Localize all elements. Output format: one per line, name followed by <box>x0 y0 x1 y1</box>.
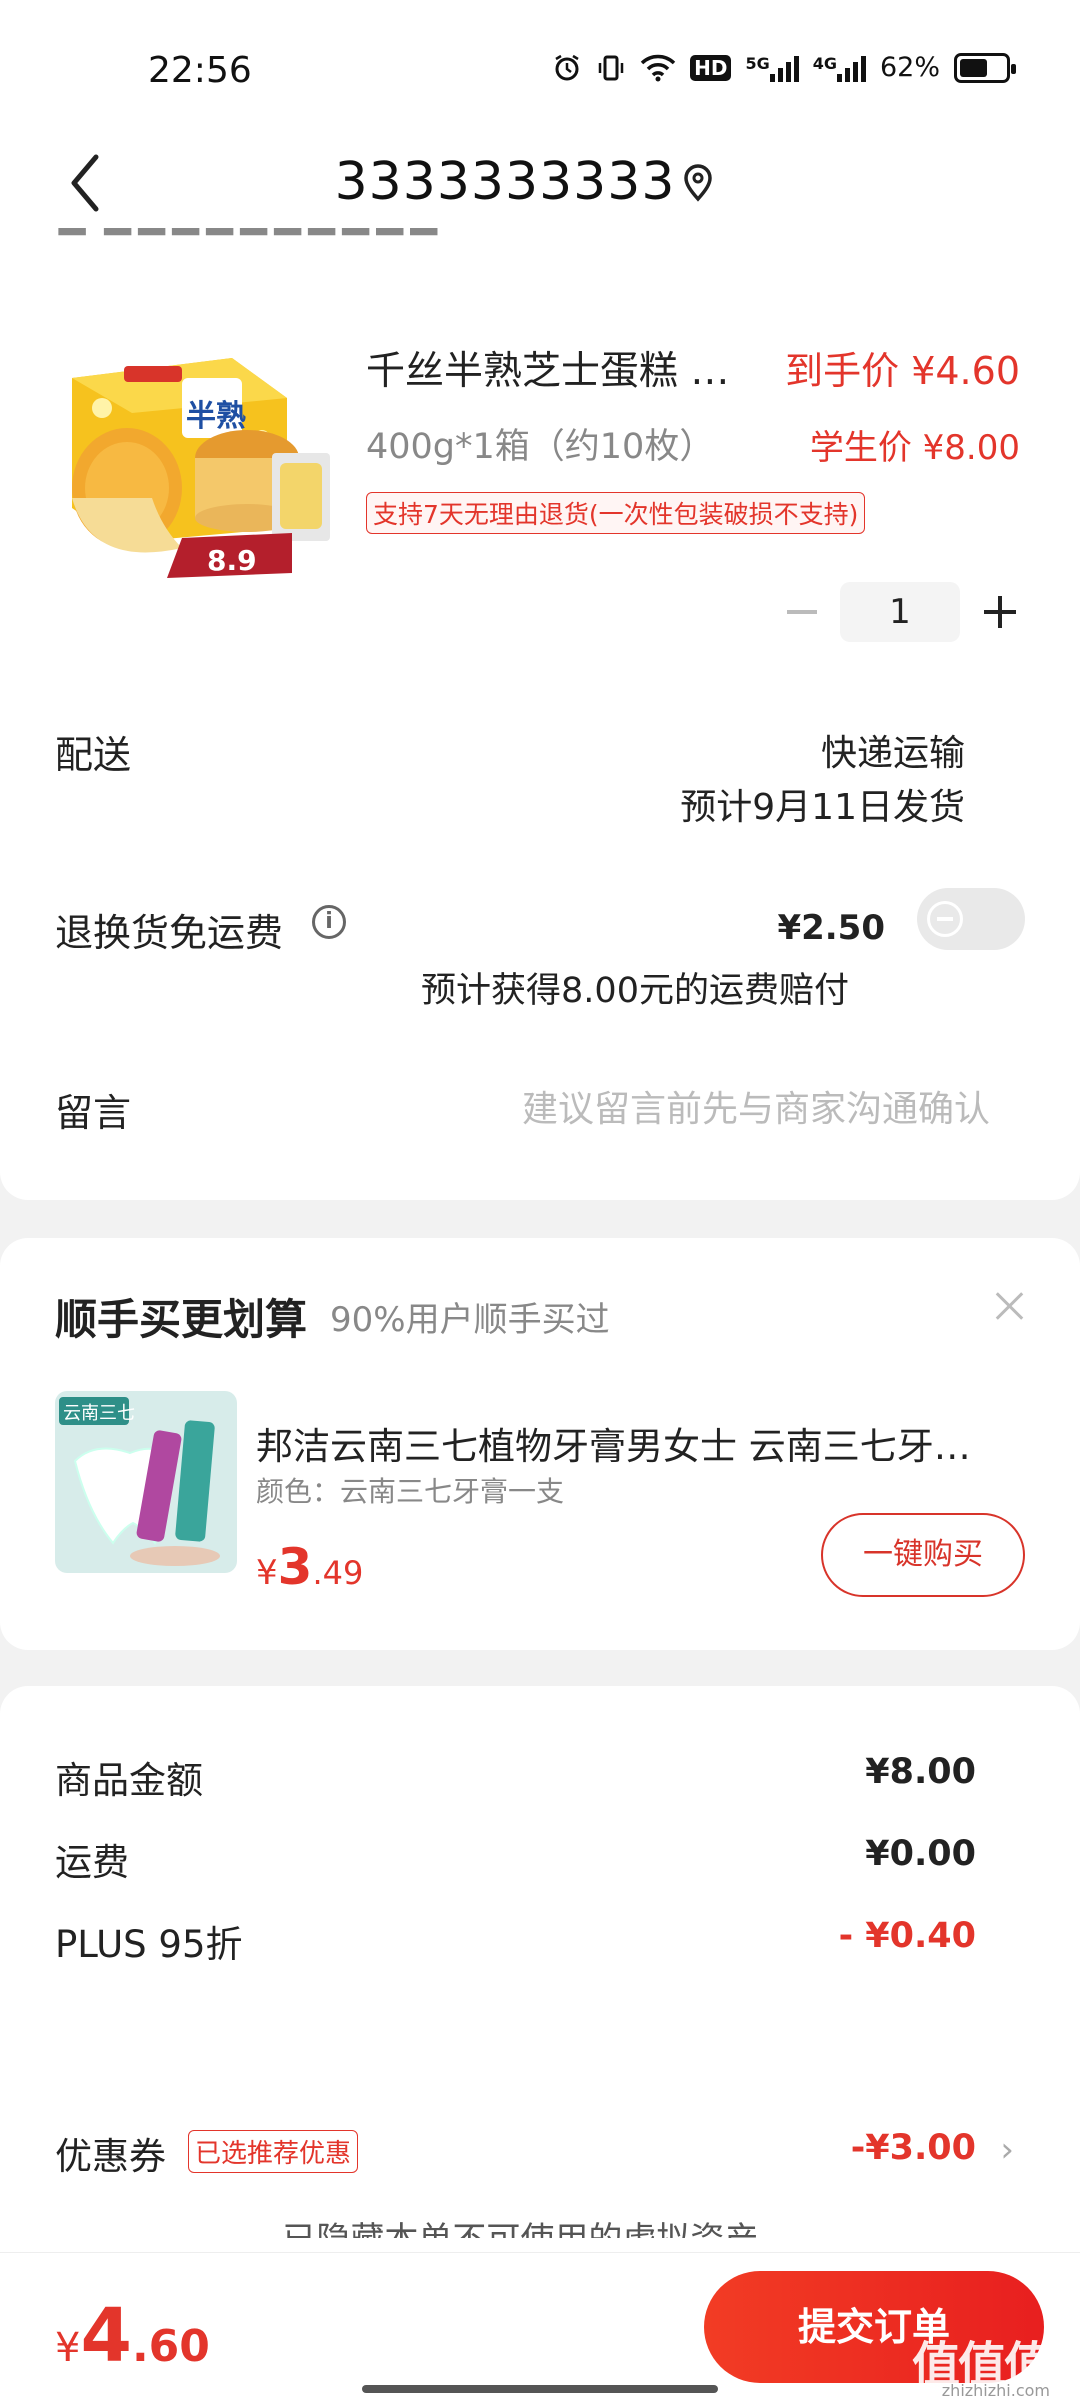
final-price: 到手价 ¥4.60 <box>785 349 1020 393</box>
quantity-decrease-button[interactable] <box>780 590 824 634</box>
product-spec[interactable]: 400g*1箱（约10枚） <box>366 418 714 469</box>
delivery-label: 配送 <box>55 733 132 777</box>
location-icon[interactable] <box>680 162 716 206</box>
signal-5g-icon: 5G <box>745 54 799 82</box>
plus-discount-value: - ¥0.40 <box>838 1916 976 1956</box>
return-shipping-toggle[interactable] <box>917 888 1025 950</box>
compensation-note: 预计获得8.00元的运费赔付 <box>421 971 849 1011</box>
recommend-title: 顺手买更划算 <box>55 1295 308 1344</box>
close-icon[interactable] <box>992 1288 1028 1324</box>
note-label: 留言 <box>55 1091 132 1135</box>
recommend-item-name[interactable]: 邦洁云南三七植物牙膏男女士 云南三七牙… <box>256 1416 1001 1470</box>
chevron-right-icon[interactable]: › <box>1000 2130 1014 2170</box>
order-item-card: ▬ ▬▬▬▬▬▬▬▬▬▬ 半熟 8.9 千丝半熟芝士蛋糕 … 到手价 ¥4.60… <box>0 228 1080 1200</box>
info-icon[interactable]: i <box>312 905 346 939</box>
battery-percent: 62% <box>879 52 940 83</box>
recommend-subtitle: 90%用户顺手买过 <box>330 1300 610 1340</box>
svg-text:半熟: 半熟 <box>186 399 246 434</box>
quantity-increase-button[interactable] <box>978 590 1022 634</box>
checkout-bar: ¥4.60 提交订单 值值值 zhizhizhi.com <box>0 2252 1080 2400</box>
product-image[interactable]: 半熟 8.9 <box>62 338 332 608</box>
return-policy-badge: 支持7天无理由退货(一次性包装破损不支持) <box>366 492 866 534</box>
status-bar: 22:56 HD 5G 4G 62% <box>0 0 1080 130</box>
goods-amount-label: 商品金额 <box>55 1759 203 1802</box>
recommend-card: 顺手买更划算 90%用户顺手买过 云南三七 邦洁云南三七植物牙膏男女士 云南三七… <box>0 1238 1080 1650</box>
return-shipping-label: 退换货免运费 <box>55 911 284 955</box>
note-input[interactable]: 建议留言前先与商家沟通确认 <box>522 1080 990 1132</box>
plus-discount-label: PLUS 95折 <box>55 1923 243 1966</box>
goods-amount-value: ¥8.00 <box>865 1752 976 1792</box>
status-time: 22:56 <box>148 50 252 91</box>
delivery-eta: 预计9月11日发货 <box>680 787 965 828</box>
recommend-image[interactable]: 云南三七 <box>55 1391 237 1573</box>
chevron-down-icon: ⌄ <box>769 2220 798 2238</box>
page-title: 3333333333 <box>334 152 676 212</box>
product-name[interactable]: 千丝半熟芝士蛋糕 … <box>366 340 746 396</box>
signal-4g-icon: 4G <box>813 54 866 82</box>
coupon-label[interactable]: 优惠券 <box>55 2126 166 2180</box>
watermark-url: zhizhizhi.com <box>941 2381 1050 2400</box>
hd-icon: HD <box>690 54 732 81</box>
return-shipping-price: ¥2.50 <box>777 908 885 948</box>
delivery-method[interactable]: 快递运输 <box>821 724 965 776</box>
toggle-knob <box>927 901 963 937</box>
recommend-item-price: ¥3.49 <box>256 1538 364 1596</box>
recommend-item-variant: 颜色：云南三七牙膏一支 <box>256 1475 565 1508</box>
coupon-value[interactable]: -¥3.00 <box>851 2128 976 2168</box>
battery-icon <box>954 52 1016 83</box>
coupon-badge: 已选推荐优惠 <box>188 2130 359 2173</box>
vibrate-icon <box>596 53 626 83</box>
quantity-input[interactable]: 1 <box>840 582 960 642</box>
header: 3333333333 <box>0 130 1080 240</box>
svg-text:云南三七: 云南三七 <box>63 1403 135 1424</box>
student-price: 学生价 ¥8.00 <box>809 428 1020 468</box>
status-icons: HD 5G 4G 62% <box>552 52 1016 83</box>
shipping-value: ¥0.00 <box>865 1834 976 1874</box>
wifi-icon <box>640 54 676 82</box>
total-price: ¥4.60 <box>55 2293 210 2379</box>
clipped-row: ▬ ▬▬▬▬▬▬▬▬▬▬ <box>55 228 475 252</box>
svg-text:8.9: 8.9 <box>207 544 257 577</box>
alarm-icon <box>552 53 582 83</box>
home-indicator[interactable] <box>362 2385 718 2393</box>
shipping-label: 运费 <box>55 1841 129 1884</box>
hidden-assets-toggle[interactable]: 已隐藏本单不可使用的虚拟资产 ⌄ <box>0 2210 1080 2238</box>
one-click-buy-button[interactable]: 一键购买 <box>821 1513 1025 1597</box>
